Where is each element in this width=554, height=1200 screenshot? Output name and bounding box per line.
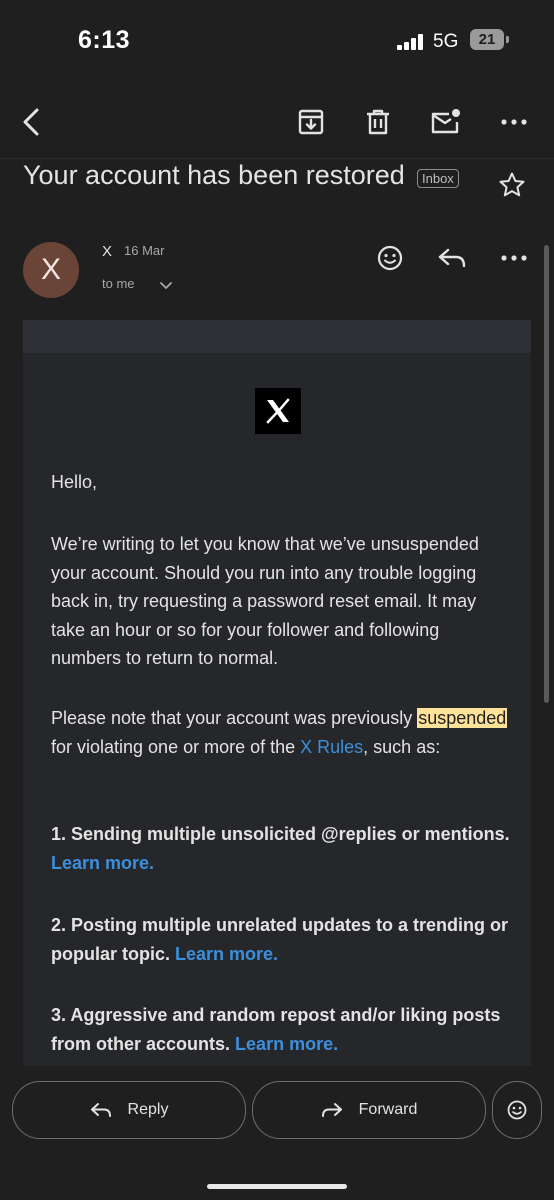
home-indicator[interactable]: [207, 1184, 347, 1189]
email-body-header-bar: [23, 320, 531, 353]
chevron-down-icon[interactable]: [158, 277, 174, 293]
more-options-button[interactable]: [492, 100, 536, 144]
star-icon: [499, 172, 525, 197]
violation-text: 1. Sending multiple unsolicited @replies…: [51, 824, 510, 844]
inbox-label-badge[interactable]: Inbox: [417, 169, 459, 188]
violation-item: 2. Posting multiple unrelated updates to…: [51, 911, 511, 968]
back-button[interactable]: [10, 100, 54, 144]
cellular-signal-icon: [397, 34, 423, 50]
more-horizontal-icon: [501, 119, 527, 125]
paragraph-text: Please note that your account was previo…: [51, 708, 418, 728]
delete-button[interactable]: [356, 100, 400, 144]
network-type: 5G: [433, 31, 459, 52]
reply-arrow-icon: [90, 1103, 111, 1117]
learn-more-link[interactable]: Learn more.: [175, 944, 278, 964]
recipient-line[interactable]: to me: [102, 276, 135, 291]
x-rules-link[interactable]: X Rules: [300, 737, 363, 757]
x-logo: [255, 388, 301, 434]
back-arrow-icon: [23, 108, 39, 136]
smiley-icon: [377, 245, 403, 271]
status-time: 6:13: [78, 26, 131, 54]
learn-more-link[interactable]: Learn more.: [235, 1034, 338, 1054]
more-horizontal-icon: [501, 255, 527, 261]
highlighted-search-term: suspended: [417, 708, 508, 728]
mail-unread-icon: [431, 109, 460, 134]
greeting: Hello,: [51, 472, 98, 492]
email-date: 16 Mar: [124, 243, 165, 258]
trash-icon: [367, 109, 389, 135]
battery-level: 21: [470, 29, 504, 50]
mark-unread-button[interactable]: [424, 100, 468, 144]
learn-more-link[interactable]: Learn more.: [51, 853, 154, 873]
scrollbar[interactable]: [544, 245, 549, 703]
email-body: Hello, We’re writing to let you know tha…: [23, 320, 531, 1066]
paragraph-text: for violating one or more of the: [51, 736, 301, 757]
archive-button[interactable]: [289, 100, 333, 144]
reply-arrow-icon: [438, 248, 466, 268]
reply-label: Reply: [127, 1101, 169, 1118]
body-paragraph: We’re writing to let you know that we’ve…: [51, 534, 479, 668]
add-reaction-button[interactable]: [368, 236, 412, 280]
smiley-icon: [507, 1100, 527, 1120]
body-paragraph-rules: Please note that your account was previo…: [51, 704, 511, 761]
sender-name: X: [102, 243, 113, 260]
forward-button[interactable]: Forward: [252, 1081, 486, 1139]
message-more-button[interactable]: [492, 236, 536, 280]
paragraph-text: , such as:: [363, 736, 441, 757]
forward-label: Forward: [358, 1101, 418, 1118]
violation-item: 3. Aggressive and random repost and/or l…: [51, 1001, 511, 1058]
emoji-react-button[interactable]: [492, 1081, 542, 1139]
forward-arrow-icon: [321, 1103, 342, 1117]
star-button[interactable]: [490, 163, 534, 207]
archive-icon: [298, 109, 324, 135]
toolbar-divider: [0, 158, 554, 159]
sender-avatar[interactable]: X: [23, 242, 79, 298]
violation-item: 1. Sending multiple unsolicited @replies…: [51, 820, 511, 877]
reply-icon-button[interactable]: [430, 236, 474, 280]
email-subject: Your account has been restored: [23, 160, 405, 190]
violation-text: 2. Posting multiple unrelated updates to…: [51, 915, 509, 964]
battery-tip: [506, 36, 509, 43]
x-logo-icon: [266, 398, 290, 424]
reply-button[interactable]: Reply: [12, 1081, 246, 1139]
